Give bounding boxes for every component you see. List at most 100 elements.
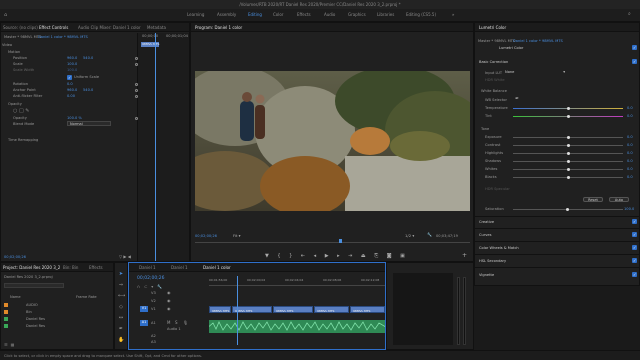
tone-value-whites[interactable]: 0.0	[627, 167, 633, 171]
pen-icon[interactable]: ✒	[118, 326, 124, 332]
wrench-icon[interactable]: 🔧	[157, 284, 162, 289]
auto-button[interactable]: Auto	[609, 197, 629, 202]
input-lut-select[interactable]: None ▾	[505, 70, 565, 75]
track-header-v1[interactable]: V1 V1 ◉	[137, 306, 207, 313]
workspace-effects[interactable]: Effects	[297, 12, 311, 17]
tab-source[interactable]: Source: (no clips)	[3, 25, 38, 30]
snap-icon[interactable]: ∩	[137, 284, 140, 289]
tone-slider-highlights[interactable]	[513, 152, 623, 155]
video-clip[interactable]: 98MVL MTS	[273, 306, 313, 313]
play-icon[interactable]: ▶	[325, 253, 329, 259]
opacity-value[interactable]: 100.0 %	[67, 116, 82, 120]
workspace-graphics[interactable]: Graphics	[348, 12, 366, 17]
tab-lumetri[interactable]: Lumetri Color	[479, 25, 506, 30]
workspace-color[interactable]: Color	[273, 12, 283, 17]
tab-sequence[interactable]: Daniel 1	[171, 265, 188, 270]
section-hsl[interactable]: HSL Secondary	[479, 259, 506, 263]
mark-out-icon[interactable]: }	[289, 253, 292, 259]
tab-effects[interactable]: Effects	[89, 265, 103, 270]
solo-icon[interactable]: S	[175, 320, 178, 325]
tone-slider-whites[interactable]	[513, 168, 623, 171]
vignette-checkbox[interactable]	[632, 272, 637, 277]
program-playhead[interactable]	[339, 239, 342, 243]
comparison-view-icon[interactable]: ▣	[400, 253, 405, 259]
step-back-icon[interactable]: ◂	[314, 253, 317, 259]
workspace-libraries[interactable]: Libraries	[377, 12, 394, 17]
tone-slider-knob[interactable]	[566, 160, 570, 163]
tab-project[interactable]: Project: Daniel Res 2020 3_2	[3, 265, 60, 270]
track-header-a2[interactable]: A2	[137, 334, 207, 339]
timeline-ruler[interactable]: 00;01;56;00 00;02;00;02 00;02;04;04 00;0…	[209, 276, 385, 286]
clip-label[interactable]: Daniel 1 color * 98MVL MTS	[38, 35, 88, 39]
mask-ellipse-icon[interactable]: ○ □ ✎	[13, 108, 29, 114]
keyframe-toggle-icon[interactable]	[135, 57, 138, 60]
section-color-wheels[interactable]: Color Wheels & Match	[479, 246, 519, 250]
temperature-slider[interactable]	[513, 107, 623, 110]
track-header-v2[interactable]: V2 ◉	[137, 298, 207, 304]
audio-clip[interactable]	[209, 320, 385, 333]
workspace-assembly[interactable]: Assembly	[217, 12, 236, 17]
list-item[interactable]: AUDIO	[4, 302, 112, 308]
tab-sequence[interactable]: Daniel 1	[139, 265, 156, 270]
timeline-timecode[interactable]: 00;02;00;26	[137, 276, 164, 281]
video-clip[interactable]: 98MVL MTS	[209, 306, 231, 313]
time-remap-label[interactable]: Time Remapping	[8, 138, 38, 142]
column-name[interactable]: Name	[10, 295, 21, 299]
anchor-x-value[interactable]: 960.0	[67, 88, 77, 92]
position-y-value[interactable]: 540.0	[83, 56, 93, 60]
tab-effect-controls[interactable]: Effect Controls	[39, 25, 68, 30]
saturation-value[interactable]: 100.0	[624, 207, 634, 211]
rotation-value[interactable]: 0.0	[67, 82, 73, 86]
project-search[interactable]	[4, 283, 64, 288]
eye-icon[interactable]: ◉	[167, 290, 171, 295]
icon-view-icon[interactable]: ▦	[11, 342, 15, 347]
marker-icon[interactable]: ▾	[151, 284, 153, 289]
position-x-value[interactable]: 960.0	[67, 56, 77, 60]
list-view-icon[interactable]: ☰	[4, 342, 8, 347]
fit-select[interactable]: Fit ▾	[233, 233, 241, 238]
lift-icon[interactable]: ⏏	[361, 253, 366, 259]
track-select-icon[interactable]: ⇒	[118, 282, 124, 288]
track-header-v3[interactable]: V3 ◉	[137, 290, 207, 296]
timeline-playhead[interactable]	[237, 276, 238, 345]
keyframe-toggle-icon[interactable]	[135, 117, 138, 120]
tone-value-shadows[interactable]: 0.0	[627, 159, 633, 163]
eyedropper-icon[interactable]: ✒	[515, 96, 519, 102]
mini-playhead[interactable]	[155, 33, 156, 261]
tone-value-exposure[interactable]: 0.0	[627, 135, 633, 139]
track-header-a1[interactable]: A1 A1 M S 🎙 Audio 1	[137, 320, 207, 333]
hsl-checkbox[interactable]	[632, 258, 637, 263]
keyframe-toggle-icon[interactable]	[135, 63, 138, 66]
mark-in-icon[interactable]: {	[277, 253, 280, 259]
linked-selection-icon[interactable]: ⊂	[144, 284, 147, 289]
eye-icon[interactable]: ◉	[167, 298, 171, 303]
workspace-editing-cs55[interactable]: Editing (CS5.5)	[406, 12, 436, 17]
column-frame-rate[interactable]: Frame Rate	[76, 295, 97, 299]
program-scrubber[interactable]	[195, 242, 470, 243]
source-patch-v1[interactable]: V1	[140, 306, 148, 312]
tab-sequence-active[interactable]: Daniel 1 color	[203, 265, 231, 270]
tone-slider-knob[interactable]	[566, 152, 570, 155]
tint-slider-knob[interactable]	[566, 115, 570, 118]
step-forward-icon[interactable]: ▸	[337, 253, 340, 259]
tab-metadata[interactable]: Metadata	[147, 25, 166, 30]
section-vignette[interactable]: Vignette	[479, 273, 494, 277]
saturation-slider-knob[interactable]	[566, 208, 569, 211]
basic-correction-checkbox[interactable]	[632, 59, 637, 64]
razor-icon[interactable]: ◇	[118, 304, 124, 310]
master-clip-label[interactable]: Master * 98MVL MTS	[4, 35, 41, 39]
tint-slider[interactable]	[513, 115, 623, 118]
mic-icon[interactable]: 🎙	[183, 320, 188, 325]
eye-icon[interactable]: ◉	[167, 306, 171, 311]
blend-mode-select[interactable]: Normal	[67, 121, 111, 126]
lumetri-enable-checkbox[interactable]	[632, 45, 637, 50]
temperature-slider-knob[interactable]	[566, 107, 570, 110]
keyframe-toggle-icon[interactable]	[135, 89, 138, 92]
tone-slider-knob[interactable]	[566, 144, 570, 147]
temperature-value[interactable]: 0.0	[627, 106, 633, 110]
program-timecode[interactable]: 00;02;00;26	[195, 234, 217, 238]
tint-value[interactable]: 0.0	[627, 114, 633, 118]
search-icon[interactable]: ⌕	[628, 11, 631, 17]
color-wheels-checkbox[interactable]	[632, 245, 637, 250]
go-to-out-icon[interactable]: ⇥	[348, 253, 352, 259]
